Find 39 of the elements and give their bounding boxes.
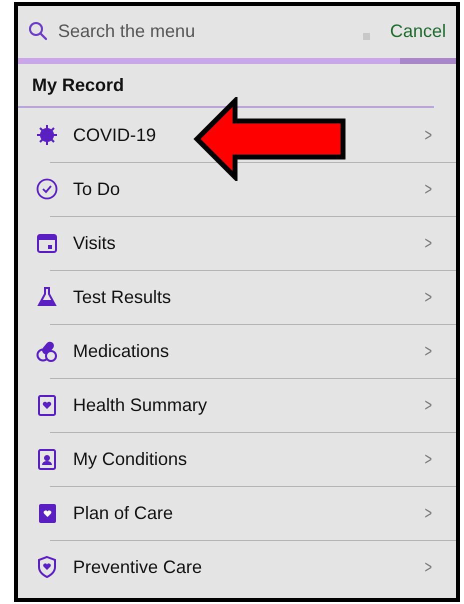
menu-item[interactable]: Health Summary > — [18, 378, 456, 432]
section-title: My Record — [32, 74, 124, 96]
cancel-button[interactable]: Cancel — [390, 20, 446, 42]
menu-item[interactable]: To Do > — [18, 162, 456, 216]
virus-icon — [35, 123, 59, 147]
flask-icon — [35, 285, 59, 309]
menu-label: Medications — [73, 340, 170, 362]
pills-icon — [35, 339, 59, 363]
chevron-icon: > — [425, 556, 432, 578]
chevron-icon: > — [425, 340, 432, 362]
menu-label: Visits — [73, 232, 117, 254]
menu-item[interactable]: COVID-19 > — [18, 108, 456, 162]
menu-label: Health Summary — [73, 394, 208, 416]
menu-item[interactable]: Visits > — [18, 216, 456, 270]
menu-item[interactable]: Plan of Care > — [18, 486, 456, 540]
clipboard-icon — [35, 393, 59, 417]
chevron-icon: > — [425, 232, 432, 254]
menu-item[interactable]: Test Results > — [18, 270, 456, 324]
person-card-icon — [35, 447, 59, 471]
chevron-icon: > — [425, 178, 432, 200]
chevron-icon: > — [425, 448, 432, 470]
search-icon — [28, 21, 48, 41]
menu-label: Preventive Care — [73, 556, 204, 578]
clock-icon — [35, 177, 59, 201]
chevron-icon: > — [425, 502, 432, 524]
menu-item[interactable]: My Conditions > — [18, 432, 456, 486]
chevron-icon: > — [425, 286, 432, 308]
chevron-icon: > — [425, 124, 432, 146]
menu-label: Plan of Care — [73, 502, 174, 524]
menu-label: COVID-19 — [73, 124, 158, 146]
search-field[interactable]: Search the menu — [56, 20, 363, 42]
menu-label: My Conditions — [73, 448, 188, 470]
chevron-icon: > — [425, 394, 432, 416]
calendar-icon — [35, 231, 59, 255]
menu-item[interactable]: Medications > — [18, 324, 456, 378]
menu-label: Test Results — [73, 286, 172, 308]
menu-label: To Do — [73, 178, 122, 200]
shield-icon — [35, 555, 59, 579]
menu-item[interactable]: Preventive Care > — [18, 540, 456, 594]
